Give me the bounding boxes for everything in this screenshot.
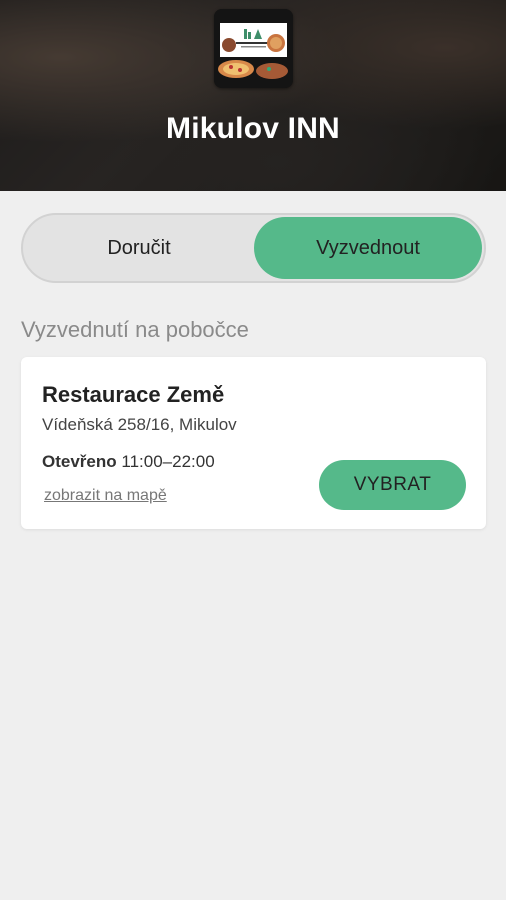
hours-label: Otevřeno — [42, 452, 117, 471]
opening-hours: Otevřeno 11:00–22:00 — [42, 452, 215, 472]
branch-address: Vídeňská 258/16, Mikulov — [42, 415, 237, 434]
restaurant-title: Mikulov INN — [166, 112, 340, 145]
show-on-map-link[interactable]: zobrazit na mapě — [44, 487, 167, 505]
restaurant-logo — [214, 9, 293, 88]
delivery-mode-toggle[interactable]: Doručit Vyzvednout — [21, 213, 486, 283]
tab-delivery[interactable]: Doručit — [25, 217, 253, 279]
select-branch-button[interactable]: VYBRAT — [319, 460, 466, 510]
header-banner: Mikulov INN — [0, 0, 506, 191]
branch-card: Restaurace Země Vídeňská 258/16, Mikulov… — [21, 357, 486, 529]
branch-name: Restaurace Země — [42, 382, 225, 407]
tab-pickup[interactable]: Vyzvednout — [254, 217, 482, 279]
hours-value: 11:00–22:00 — [121, 452, 215, 471]
section-title: Vyzvednutí na pobočce — [21, 317, 249, 342]
